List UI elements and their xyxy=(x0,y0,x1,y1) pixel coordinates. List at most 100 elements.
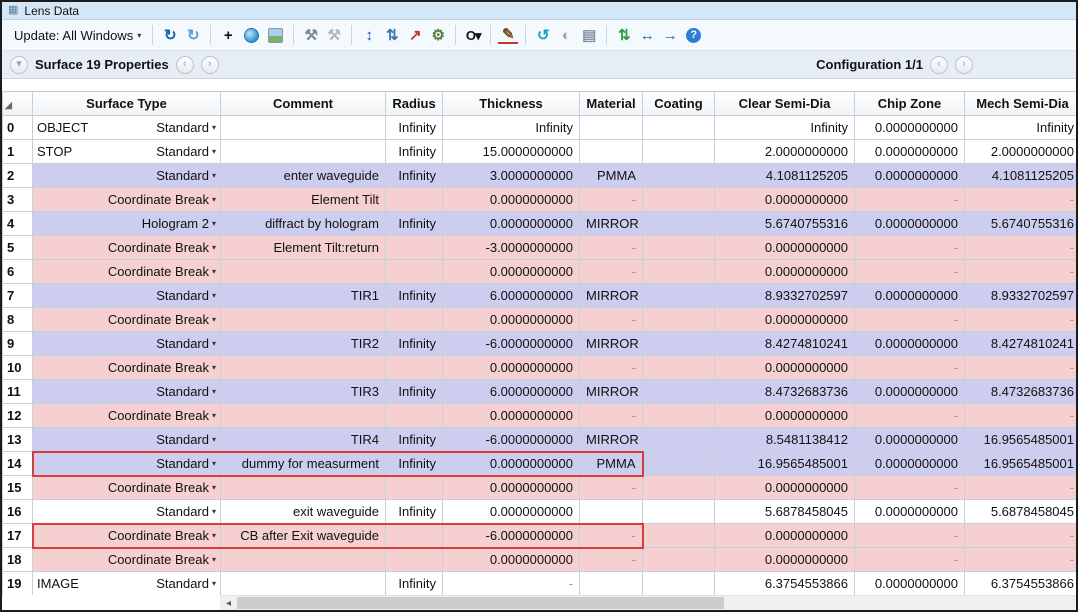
material-cell[interactable] xyxy=(580,572,643,596)
thickness-cell[interactable]: 15.0000000000 xyxy=(443,140,580,164)
update-refresh-icon[interactable]: ↻ xyxy=(160,25,180,45)
comment-cell[interactable]: TIR3 xyxy=(221,380,386,404)
type-dropdown-icon[interactable]: ▾ xyxy=(212,267,216,276)
surface-type-cell[interactable]: Hologram 2▾ xyxy=(33,212,221,236)
chip-cell[interactable]: 0.0000000000 xyxy=(855,284,965,308)
clear-cell[interactable]: 0.0000000000 xyxy=(715,308,855,332)
clear-cell[interactable]: 0.0000000000 xyxy=(715,260,855,284)
material-cell[interactable]: - xyxy=(580,404,643,428)
comment-cell[interactable]: Element Tilt:return xyxy=(221,236,386,260)
chip-cell[interactable]: 0.0000000000 xyxy=(855,572,965,596)
comment-cell[interactable] xyxy=(221,140,386,164)
coating-cell[interactable] xyxy=(643,500,715,524)
thickness-cell[interactable]: 0.0000000000 xyxy=(443,404,580,428)
column-header-mech-semi-dia[interactable]: Mech Semi-Dia xyxy=(965,92,1077,116)
hammer-alt-icon[interactable]: ⚒ xyxy=(324,25,344,45)
surface-type-cell[interactable]: Standard▾ xyxy=(33,380,221,404)
chip-cell[interactable]: 0.0000000000 xyxy=(855,452,965,476)
convert-icon[interactable]: ↺ xyxy=(533,25,553,45)
mech-cell[interactable]: 16.9565485001 xyxy=(965,428,1077,452)
thickness-cell[interactable]: -6.0000000000 xyxy=(443,524,580,548)
thickness-cell[interactable]: 3.0000000000 xyxy=(443,164,580,188)
material-cell[interactable]: - xyxy=(580,356,643,380)
coating-cell[interactable] xyxy=(643,404,715,428)
mech-cell[interactable]: - xyxy=(965,188,1077,212)
element-swap-icon[interactable]: ⇅ xyxy=(382,25,402,45)
comment-cell[interactable] xyxy=(221,476,386,500)
aperture-dropdown-icon[interactable]: O▾ xyxy=(463,25,483,45)
mech-cell[interactable]: - xyxy=(965,308,1077,332)
coating-cell[interactable] xyxy=(643,356,715,380)
launch-icon[interactable]: ↗ xyxy=(405,25,425,45)
surface-type-cell[interactable]: Coordinate Break▾ xyxy=(33,308,221,332)
material-cell[interactable] xyxy=(580,140,643,164)
radius-cell[interactable]: Infinity xyxy=(386,116,443,140)
mech-cell[interactable]: - xyxy=(965,524,1077,548)
row-number[interactable]: 6 xyxy=(3,260,33,284)
chip-cell[interactable]: 0.0000000000 xyxy=(855,140,965,164)
mech-cell[interactable]: - xyxy=(965,476,1077,500)
surface-type-cell[interactable]: STOPStandard▾ xyxy=(33,140,221,164)
thickness-cell[interactable]: 0.0000000000 xyxy=(443,356,580,380)
coating-cell[interactable] xyxy=(643,140,715,164)
mech-cell[interactable]: Infinity xyxy=(965,116,1077,140)
clear-cell[interactable]: 6.3754553866 xyxy=(715,572,855,596)
coating-cell[interactable] xyxy=(643,164,715,188)
chip-cell[interactable]: 0.0000000000 xyxy=(855,332,965,356)
row-number[interactable]: 9 xyxy=(3,332,33,356)
radius-cell[interactable] xyxy=(386,476,443,500)
next-config-button[interactable]: › xyxy=(955,56,973,74)
material-cell[interactable]: PMMA xyxy=(580,164,643,188)
comment-cell[interactable]: TIR1 xyxy=(221,284,386,308)
radius-cell[interactable] xyxy=(386,260,443,284)
clear-cell[interactable]: 0.0000000000 xyxy=(715,476,855,500)
surface-type-cell[interactable]: OBJECTStandard▾ xyxy=(33,116,221,140)
column-header-surface-type[interactable]: Surface Type xyxy=(33,92,221,116)
row-number[interactable]: 3 xyxy=(3,188,33,212)
prev-config-button[interactable]: ‹ xyxy=(930,56,948,74)
horizontal-scrollbar[interactable]: ◂ xyxy=(2,595,1076,610)
update-all-refresh-icon[interactable]: ↻ xyxy=(183,25,203,45)
row-number[interactable]: 19 xyxy=(3,572,33,596)
radius-cell[interactable]: Infinity xyxy=(386,428,443,452)
comment-cell[interactable]: dummy for measurment xyxy=(221,452,386,476)
type-dropdown-icon[interactable]: ▾ xyxy=(212,435,216,444)
coating-cell[interactable] xyxy=(643,308,715,332)
coating-cell[interactable] xyxy=(643,188,715,212)
material-cell[interactable]: MIRROR xyxy=(580,380,643,404)
thickness-cell[interactable]: 0.0000000000 xyxy=(443,308,580,332)
comment-cell[interactable] xyxy=(221,572,386,596)
update-dropdown[interactable]: Update: All Windows ▾ xyxy=(10,26,145,45)
chip-cell[interactable]: - xyxy=(855,404,965,428)
thickness-cell[interactable]: Infinity xyxy=(443,116,580,140)
surface-type-cell[interactable]: Coordinate Break▾ xyxy=(33,188,221,212)
mech-cell[interactable]: - xyxy=(965,236,1077,260)
thickness-cell[interactable]: 0.0000000000 xyxy=(443,212,580,236)
material-cell[interactable] xyxy=(580,116,643,140)
notes-icon[interactable]: ▤ xyxy=(579,25,599,45)
mech-cell[interactable]: - xyxy=(965,548,1077,572)
type-dropdown-icon[interactable]: ▾ xyxy=(212,411,216,420)
type-dropdown-icon[interactable]: ▾ xyxy=(212,483,216,492)
coating-cell[interactable] xyxy=(643,476,715,500)
comment-cell[interactable] xyxy=(221,116,386,140)
type-dropdown-icon[interactable]: ▾ xyxy=(212,459,216,468)
chip-cell[interactable]: 0.0000000000 xyxy=(855,428,965,452)
column-header-comment[interactable]: Comment xyxy=(221,92,386,116)
material-cell[interactable] xyxy=(580,500,643,524)
thickness-cell[interactable]: 0.0000000000 xyxy=(443,188,580,212)
row-number[interactable]: 16 xyxy=(3,500,33,524)
row-number[interactable]: 8 xyxy=(3,308,33,332)
mech-cell[interactable]: - xyxy=(965,260,1077,284)
chip-cell[interactable]: 0.0000000000 xyxy=(855,116,965,140)
thickness-cell[interactable]: -6.0000000000 xyxy=(443,332,580,356)
clear-cell[interactable]: 0.0000000000 xyxy=(715,188,855,212)
coating-cell[interactable] xyxy=(643,572,715,596)
type-dropdown-icon[interactable]: ▾ xyxy=(212,219,216,228)
comment-cell[interactable] xyxy=(221,404,386,428)
type-dropdown-icon[interactable]: ▾ xyxy=(212,243,216,252)
clear-cell[interactable]: 5.6740755316 xyxy=(715,212,855,236)
material-cell[interactable]: MIRROR xyxy=(580,284,643,308)
material-cell[interactable]: MIRROR xyxy=(580,212,643,236)
material-cell[interactable]: - xyxy=(580,524,643,548)
